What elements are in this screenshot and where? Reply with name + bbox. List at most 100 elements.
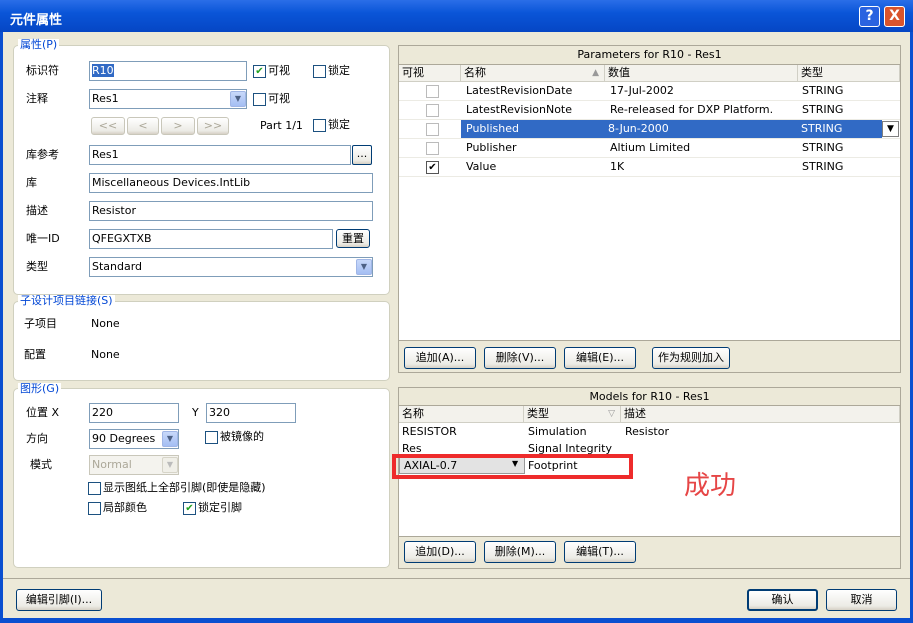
library-label: 库 [26,176,37,189]
ok-button[interactable]: 确认 [747,589,818,611]
chevron-down-icon[interactable]: ▼ [882,121,899,137]
model-type: Simulation [528,425,587,438]
unique-id-input[interactable]: QFEGXTXB [89,229,333,249]
table-row-selected[interactable]: Published 8-Jun-2000 STRING ▼ [399,120,900,139]
properties-group-title: 属性(P) [18,38,60,51]
designator-label: 标识符 [26,64,59,77]
param-visible-checkbox[interactable] [426,123,439,136]
prev-part-button[interactable]: < [127,117,159,135]
configuration-value: None [91,348,120,361]
param-visible-checkbox[interactable] [426,104,439,117]
param-value: 1K [610,160,625,173]
orientation-label: 方向 [26,432,48,445]
libref-input[interactable]: Res1 [89,145,351,165]
designator-visible-checkbox[interactable]: ✔ [253,65,266,78]
part-locked-checkbox[interactable] [313,119,326,132]
designator-input[interactable]: R10 [89,61,247,81]
configuration-label: 配置 [24,348,46,361]
param-col-visible[interactable]: 可视 [399,65,461,82]
cancel-button[interactable]: 取消 [826,589,897,611]
add-as-rule-button[interactable]: 作为规则加入 [652,347,730,369]
edit-model-button[interactable]: 编辑(T)... [564,541,636,563]
chevron-down-icon[interactable]: ▼ [230,91,246,107]
position-x-label: 位置 X [26,406,60,419]
edit-parameter-button[interactable]: 编辑(E)... [564,347,636,369]
comment-label: 注释 [26,92,48,105]
param-col-value[interactable]: 数值 [605,65,798,82]
position-y-label: Y [192,406,199,419]
param-name: Value [466,160,497,173]
first-part-button[interactable]: << [91,117,125,135]
lock-pins-checkbox[interactable]: ✔ [183,502,196,515]
sub-design-group-title: 子设计项目链接(S) [18,294,115,307]
table-row[interactable]: ✔ Value 1K STRING [399,158,900,177]
param-value: 17-Jul-2002 [610,84,674,97]
libref-label: 库参考 [26,148,59,161]
models-title: Models for R10 - Res1 [399,388,900,406]
delete-model-button[interactable]: 删除(M)... [484,541,556,563]
chevron-down-icon[interactable]: ▼ [162,431,178,447]
local-colors-label: 局部颜色 [103,501,147,514]
comment-visible-checkbox[interactable] [253,93,266,106]
window-title: 元件属性 [10,13,63,28]
graphic-group [13,388,390,568]
param-type: STRING [802,160,844,173]
chevron-down-icon[interactable]: ▼ [162,457,178,473]
local-colors-checkbox[interactable] [88,502,101,515]
table-row[interactable]: Publisher Altium Limited STRING [399,139,900,158]
model-description: Resistor [625,425,669,438]
last-part-button[interactable]: >> [197,117,229,135]
lock-pins-label: 锁定引脚 [198,501,242,514]
position-y-input[interactable]: 320 [206,403,296,423]
chevron-down-icon[interactable]: ▼ [356,259,372,275]
description-label: 描述 [26,204,48,217]
param-value: Altium Limited [610,141,691,154]
model-col-type[interactable]: 类型 ▽ [524,406,621,423]
close-button[interactable]: X [884,6,905,27]
graphic-group-title: 图形(G) [18,382,62,395]
part-locked-label: 锁定 [328,118,350,131]
sub-project-value: None [91,317,120,330]
sub-design-group [13,301,390,381]
description-input[interactable]: Resistor [89,201,373,221]
table-row[interactable]: RESISTOR Simulation Resistor [399,423,900,440]
table-row[interactable]: LatestRevisionNote Re-released for DXP P… [399,101,900,120]
edit-pins-button[interactable]: 编辑引脚(I)... [16,589,102,611]
title-bar[interactable]: 元件属性 ? X [0,0,913,32]
comment-combo[interactable]: Res1 [89,89,247,109]
param-visible-checkbox[interactable]: ✔ [426,161,439,174]
unique-id-label: 唯一ID [26,232,60,245]
param-value: 8-Jun-2000 [605,120,798,138]
mirrored-checkbox[interactable] [205,431,218,444]
table-row[interactable]: LatestRevisionDate 17-Jul-2002 STRING [399,82,900,101]
param-value: Re-released for DXP Platform. [610,103,774,116]
add-model-button[interactable]: 追加(D)... [404,541,476,563]
delete-parameter-button[interactable]: 删除(V)... [484,347,556,369]
param-visible-checkbox[interactable] [426,142,439,155]
comment-visible-label: 可视 [268,92,290,105]
param-col-name[interactable]: 名称 ▲ [461,65,605,82]
model-col-description[interactable]: 描述 [621,406,900,423]
param-type: STRING [802,103,844,116]
part-indicator: Part 1/1 [260,119,303,132]
param-visible-checkbox[interactable] [426,85,439,98]
parameters-title: Parameters for R10 - Res1 [399,46,900,65]
next-part-button[interactable]: > [161,117,195,135]
position-x-input[interactable]: 220 [89,403,179,423]
designator-locked-checkbox[interactable] [313,65,326,78]
show-all-pins-checkbox[interactable] [88,482,101,495]
model-name: RESISTOR [402,425,457,438]
add-parameter-button[interactable]: 追加(A)... [404,347,476,369]
mirrored-label: 被镜像的 [220,430,264,443]
model-col-name[interactable]: 名称 [399,406,524,423]
param-col-type[interactable]: 类型 [798,65,900,82]
library-input[interactable]: Miscellaneous Devices.IntLib [89,173,373,193]
param-type: STRING [802,84,844,97]
reset-uid-button[interactable]: 重置 [336,229,370,248]
help-button[interactable]: ? [859,6,880,27]
type-combo[interactable]: Standard [89,257,373,277]
libref-browse-button[interactable]: ... [352,145,372,165]
designator-locked-label: 锁定 [328,64,350,77]
param-name: LatestRevisionNote [466,103,573,116]
success-annotation: 成功 [684,471,737,501]
